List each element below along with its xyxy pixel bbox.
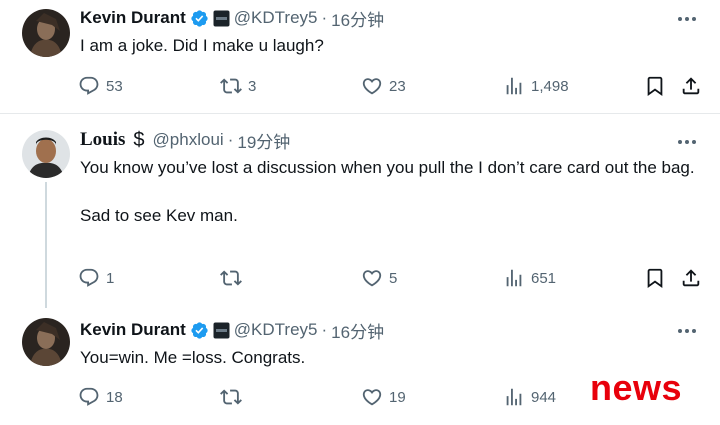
- display-name[interactable]: Kevin Durant: [80, 8, 186, 28]
- views-icon: [503, 386, 525, 408]
- bookmark-button[interactable]: [644, 267, 666, 289]
- handle[interactable]: @phxloui: [153, 130, 224, 150]
- like-button[interactable]: 19: [361, 386, 406, 408]
- views-button[interactable]: 651: [503, 267, 556, 289]
- verified-icon: [190, 9, 209, 28]
- share-button[interactable]: [680, 267, 702, 289]
- views-icon: [503, 75, 525, 97]
- display-name[interactable]: Kevin Durant: [80, 320, 186, 340]
- separator-dot: ·: [227, 130, 234, 149]
- separator-dot: ·: [321, 320, 328, 339]
- bookmark-icon: [644, 75, 666, 97]
- divider: [0, 113, 720, 114]
- reply-count: 1: [106, 269, 115, 287]
- view-count: 1,498: [531, 77, 569, 95]
- like-count: 5: [389, 269, 398, 287]
- reply-count: 18: [106, 388, 123, 406]
- tweet-text: I am a joke. Did I make u laugh?: [80, 36, 324, 55]
- like-icon: [361, 386, 383, 408]
- repost-button[interactable]: [220, 267, 248, 289]
- timestamp[interactable]: 16分钟: [331, 6, 384, 31]
- reply-button[interactable]: 18: [78, 386, 123, 408]
- like-icon: [361, 267, 383, 289]
- tweet-text: You know you’ve lost a discussion when y…: [80, 158, 695, 225]
- reply-count: 53: [106, 77, 123, 95]
- separator-dot: ·: [321, 8, 328, 27]
- reply-button[interactable]: 53: [78, 75, 123, 97]
- more-icon[interactable]: [676, 131, 698, 153]
- avatar[interactable]: [22, 9, 70, 57]
- repost-icon: [220, 267, 242, 289]
- repost-button[interactable]: 3: [220, 75, 256, 97]
- views-button[interactable]: 944: [503, 386, 556, 408]
- share-button[interactable]: [680, 75, 702, 97]
- repost-button[interactable]: [220, 386, 248, 408]
- verified-icon: [190, 321, 209, 340]
- display-name[interactable]: Louis: [80, 129, 125, 151]
- like-count: 23: [389, 77, 406, 95]
- reply-icon: [78, 75, 100, 97]
- like-count: 19: [389, 388, 406, 406]
- repost-icon: [220, 75, 242, 97]
- repost-count: 3: [248, 77, 257, 95]
- avatar-image: [22, 9, 70, 57]
- dollar-emoji: $: [133, 128, 145, 151]
- tweet-1[interactable]: Kevin Durant @KDTrey5 · 16分钟 I am a joke…: [0, 0, 720, 112]
- tweet-2[interactable]: Louis $ @phxloui · 19分钟 You know you’ve …: [0, 118, 720, 308]
- news-watermark: news: [590, 367, 683, 408]
- affiliate-badge-icon[interactable]: [213, 322, 230, 339]
- like-icon: [361, 75, 383, 97]
- timestamp[interactable]: 16分钟: [331, 318, 384, 343]
- like-button[interactable]: 23: [361, 75, 406, 97]
- view-count: 944: [531, 388, 557, 406]
- affiliate-badge-icon[interactable]: [213, 10, 230, 27]
- more-icon[interactable]: [676, 320, 698, 342]
- handle[interactable]: @KDTrey5: [234, 320, 318, 340]
- more-icon[interactable]: [676, 8, 698, 30]
- avatar[interactable]: [22, 130, 70, 178]
- share-icon: [680, 75, 702, 97]
- view-count: 651: [531, 269, 557, 287]
- repost-icon: [220, 386, 242, 408]
- avatar-image: [22, 318, 70, 366]
- avatar[interactable]: [22, 318, 70, 366]
- like-button[interactable]: 5: [361, 267, 397, 289]
- reply-icon: [78, 386, 100, 408]
- views-button[interactable]: 1,498: [503, 75, 569, 97]
- reply-button[interactable]: 1: [78, 267, 114, 289]
- share-icon: [680, 267, 702, 289]
- bookmark-icon: [644, 267, 666, 289]
- bookmark-button[interactable]: [644, 75, 666, 97]
- handle[interactable]: @KDTrey5: [234, 8, 318, 28]
- reply-icon: [78, 267, 100, 289]
- timestamp[interactable]: 19分钟: [237, 128, 290, 153]
- views-icon: [503, 267, 525, 289]
- avatar-image: [22, 130, 70, 178]
